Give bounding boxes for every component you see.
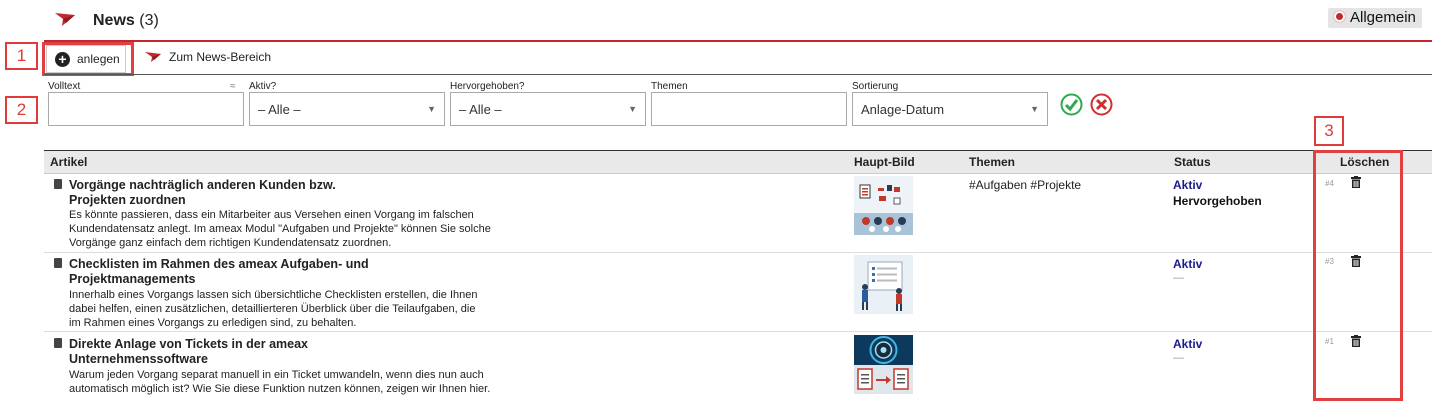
article-thumbnail[interactable] <box>854 335 913 394</box>
module-badge[interactable]: Allgemein <box>1328 8 1422 28</box>
article-description: Warum jeden Vorgang separat manuell in e… <box>69 369 491 395</box>
article-description: Es könnte passieren, dass ein Mitarbeite… <box>69 209 491 249</box>
callout-marker-1: 1 <box>5 42 38 70</box>
document-icon <box>54 179 62 189</box>
status-hervorgehoben-empty: — <box>1173 272 1184 284</box>
create-news-button[interactable]: + anlegen <box>46 45 126 73</box>
add-circle-icon: + <box>55 51 70 67</box>
chevron-down-icon: ▼ <box>427 104 436 114</box>
row-divider <box>44 252 1432 253</box>
table-header <box>44 151 1432 174</box>
news-area-link[interactable]: Zum News-Bereich <box>145 50 271 64</box>
page-title: News (3) <box>93 12 159 29</box>
chevron-down-icon: ▼ <box>628 104 637 114</box>
status-hervorgehoben[interactable]: Hervorgehoben <box>1173 194 1262 208</box>
sortierung-label: Sortierung <box>852 81 899 92</box>
fuzzy-hint-icon: ≈ <box>230 81 236 92</box>
callout-frame-3 <box>1313 150 1403 401</box>
article-title[interactable]: Checklisten im Rahmen des ameax Aufgaben… <box>69 257 369 287</box>
status-aktiv[interactable]: Aktiv <box>1173 178 1202 192</box>
news-module-icon <box>55 13 75 26</box>
status-aktiv[interactable]: Aktiv <box>1173 337 1202 351</box>
radio-dot-icon <box>1333 10 1346 23</box>
document-icon <box>54 258 62 268</box>
themen-label: Themen <box>651 81 688 92</box>
row-divider <box>44 331 1432 332</box>
callout-marker-3: 3 <box>1314 116 1344 146</box>
aktiv-label: Aktiv? <box>249 81 277 92</box>
article-title[interactable]: Vorgänge nachträglich anderen Kunden bzw… <box>69 178 336 208</box>
themen-input[interactable] <box>651 92 847 126</box>
status-aktiv[interactable]: Aktiv <box>1173 257 1202 271</box>
column-header-themen: Themen <box>969 155 1016 169</box>
toolbar-divider <box>44 74 1432 75</box>
article-themen: #Aufgaben #Projekte <box>969 178 1082 192</box>
article-title[interactable]: Direkte Anlage von Tickets in der ameax … <box>69 337 308 367</box>
hervorgehoben-select[interactable]: – Alle – ▼ <box>450 92 646 126</box>
document-icon <box>54 338 62 348</box>
header-divider <box>44 40 1432 42</box>
column-header-artikel[interactable]: Artikel <box>50 155 87 169</box>
reset-filter-cancel-icon[interactable] <box>1090 93 1113 116</box>
article-thumbnail[interactable] <box>854 176 913 235</box>
hervorgehoben-label: Hervorgehoben? <box>450 81 525 92</box>
chevron-down-icon: ▼ <box>1030 104 1039 114</box>
column-header-haupt-bild: Haupt-Bild <box>854 155 915 169</box>
aktiv-select[interactable]: – Alle – ▼ <box>249 92 445 126</box>
news-count: (3) <box>139 12 159 29</box>
callout-marker-2: 2 <box>5 96 38 124</box>
volltext-label: Volltext <box>48 81 81 92</box>
apply-filter-checkmark-icon[interactable] <box>1060 93 1083 116</box>
column-header-status[interactable]: Status <box>1174 155 1211 169</box>
sortierung-select[interactable]: Anlage-Datum ▼ <box>852 92 1048 126</box>
paper-plane-icon <box>145 52 161 62</box>
article-thumbnail[interactable] <box>854 255 913 314</box>
volltext-input[interactable] <box>48 92 244 126</box>
status-hervorgehoben-empty: — <box>1173 352 1184 364</box>
article-description: Innerhalb eines Vorgangs lassen sich übe… <box>69 289 478 329</box>
